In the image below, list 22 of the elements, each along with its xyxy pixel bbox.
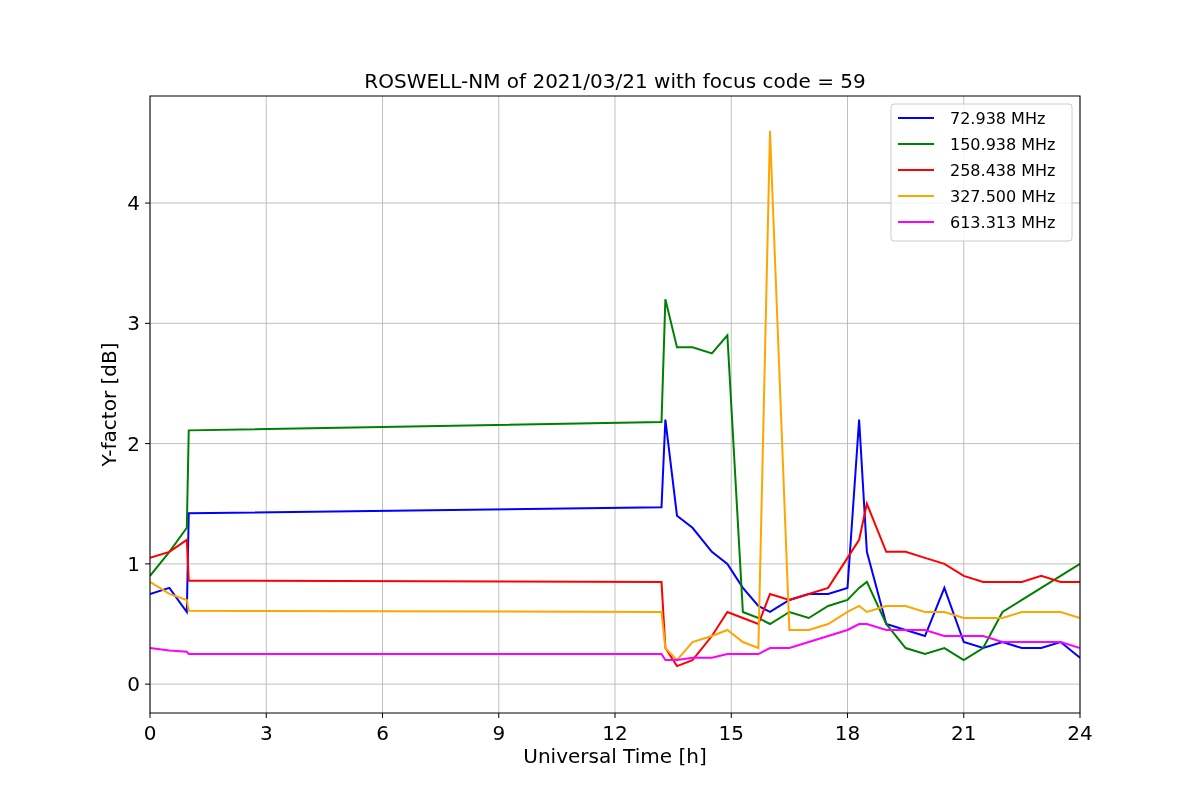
y-tick-label: 3 xyxy=(127,311,140,336)
x-tick-label: 15 xyxy=(718,721,744,745)
x-tick-label: 6 xyxy=(376,721,389,745)
y-tick-label: 2 xyxy=(127,431,140,456)
x-tick-label: 0 xyxy=(143,721,157,745)
x-tick-label: 21 xyxy=(951,721,977,745)
chart-title: ROSWELL-NM of 2021/03/21 with focus code = 59 xyxy=(364,69,866,93)
legend-label: 258.438 MHz xyxy=(950,161,1056,180)
x-tick-label: 18 xyxy=(834,721,861,745)
y-tick-label: 4 xyxy=(127,191,140,216)
x-tick-label: 9 xyxy=(492,721,506,745)
y-tick-label: 1 xyxy=(127,551,140,576)
x-tick-label: 3 xyxy=(259,721,273,745)
legend-label: 150.938 MHz xyxy=(950,135,1056,154)
x-tick-label: 12 xyxy=(602,721,628,745)
legend-label: 72.938 MHz xyxy=(950,109,1046,128)
legend-label: 327.500 MHz xyxy=(950,187,1056,206)
x-axis-label: Universal Time [h] xyxy=(523,744,707,768)
legend-label: 613.313 MHz xyxy=(950,213,1056,232)
y-tick-label: 0 xyxy=(127,672,140,697)
x-tick-label: 24 xyxy=(1067,721,1093,745)
y-axis-label: Y-factor [dB] xyxy=(97,342,121,467)
